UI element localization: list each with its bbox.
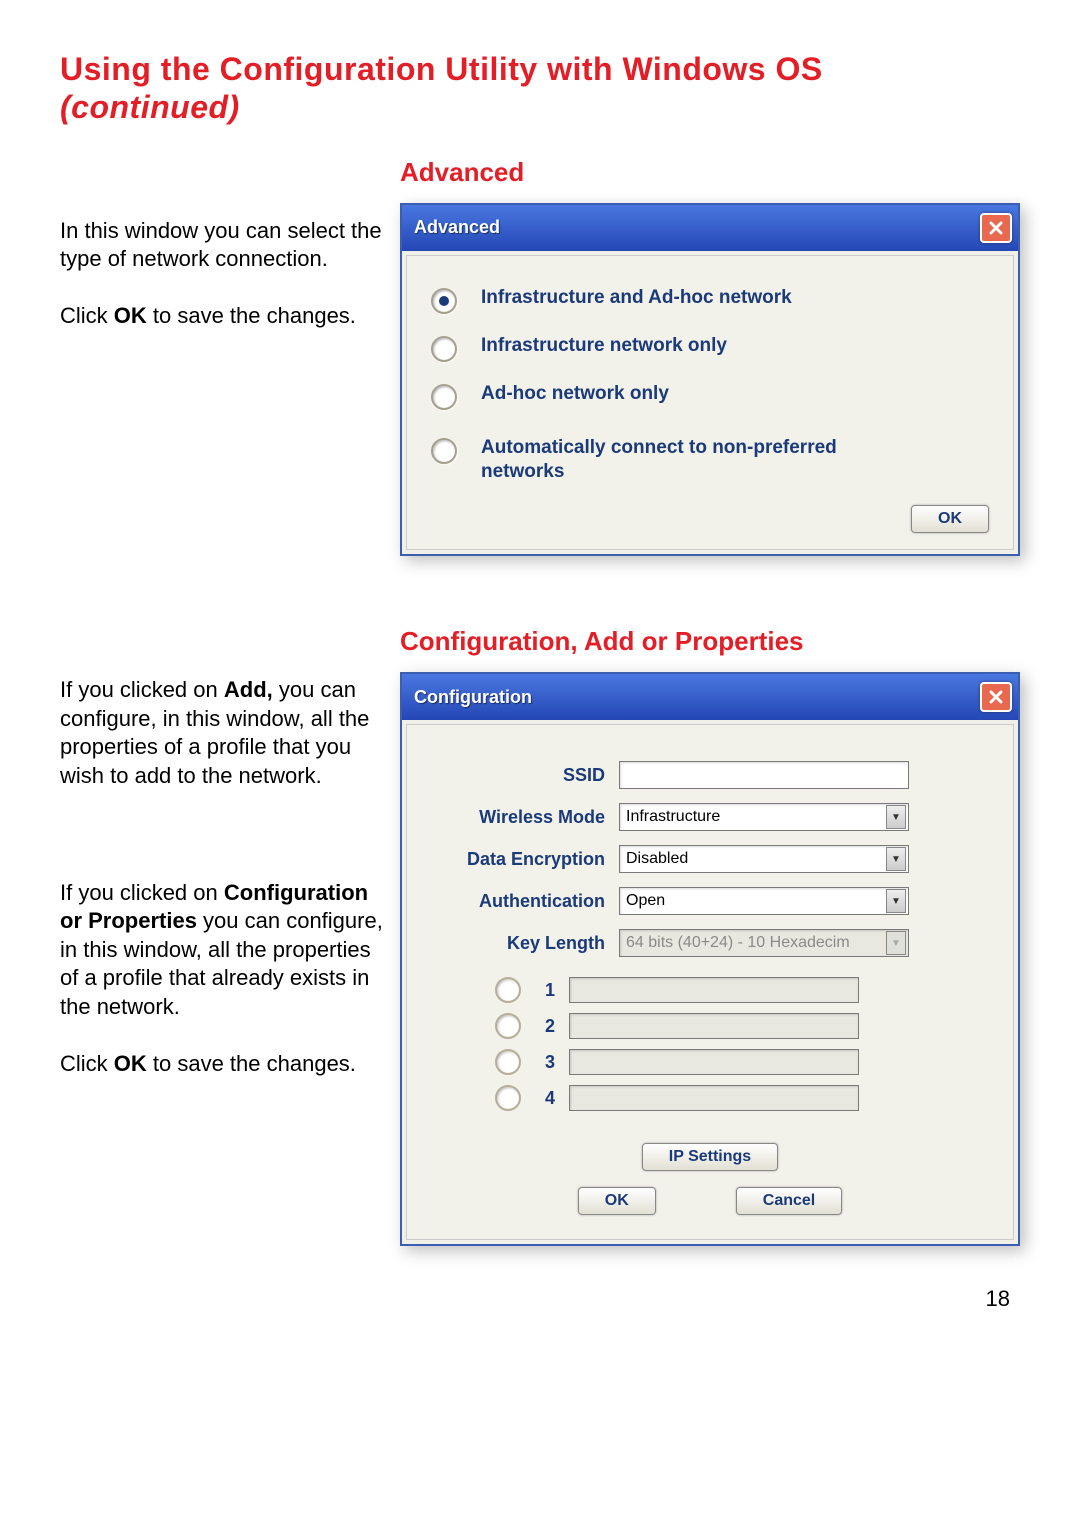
radio-icon [431, 384, 457, 410]
key-row-3[interactable]: 3 [495, 1049, 985, 1075]
advanced-intro-2: Click OK to save the changes. [60, 302, 390, 331]
page-title-line1: Using the Configuration Utility with Win… [60, 51, 823, 87]
configuration-dialog: Configuration SSID Wireless Mode [400, 672, 1020, 1246]
key-number-3: 3 [535, 1052, 555, 1073]
wireless-mode-value: Infrastructure [626, 808, 720, 826]
advanced-dialog: Advanced Infrastructure and Ad-hoc netwo… [400, 203, 1020, 556]
data-encryption-label: Data Encryption [435, 849, 619, 870]
key-row-1[interactable]: 1 [495, 977, 985, 1003]
radio-label-3: Ad-hoc network only [481, 382, 669, 407]
ok-button[interactable]: OK [578, 1187, 656, 1215]
chevron-down-icon: ▼ [886, 847, 906, 871]
authentication-select[interactable]: Open ▼ [619, 887, 909, 915]
radio-option-2[interactable]: Infrastructure network only [431, 334, 989, 362]
radio-icon [495, 977, 521, 1003]
chevron-down-icon: ▼ [886, 889, 906, 913]
chevron-down-icon: ▼ [886, 805, 906, 829]
page-title: Using the Configuration Utility with Win… [60, 50, 1020, 127]
ok-button[interactable]: OK [911, 505, 989, 533]
radio-option-1[interactable]: Infrastructure and Ad-hoc network [431, 286, 989, 314]
config-para-1: If you clicked on Add, you can configure… [60, 676, 390, 790]
advanced-intro-1: In this window you can select the type o… [60, 217, 390, 274]
key-input-2 [569, 1013, 859, 1039]
advanced-dialog-title: Advanced [414, 217, 500, 238]
radio-label-2: Infrastructure network only [481, 334, 727, 359]
chevron-down-icon: ▼ [886, 931, 906, 955]
ssid-input[interactable] [619, 761, 909, 789]
key-length-value: 64 bits (40+24) - 10 Hexadecim [626, 934, 850, 952]
radio-icon [431, 336, 457, 362]
radio-icon [431, 438, 457, 464]
close-button[interactable] [980, 682, 1012, 712]
key-length-select: 64 bits (40+24) - 10 Hexadecim ▼ [619, 929, 909, 957]
cancel-button[interactable]: Cancel [736, 1187, 842, 1215]
key-input-3 [569, 1049, 859, 1075]
ip-settings-button[interactable]: IP Settings [642, 1143, 778, 1171]
data-encryption-value: Disabled [626, 850, 688, 868]
close-icon [989, 221, 1003, 235]
page-number: 18 [60, 1286, 1020, 1312]
key-row-4[interactable]: 4 [495, 1085, 985, 1111]
page-title-continued: (continued) [60, 89, 240, 125]
config-para-2: If you clicked on Configuration or Prope… [60, 879, 390, 1022]
radio-option-3[interactable]: Ad-hoc network only [431, 382, 989, 410]
radio-option-auto[interactable]: Automatically connect to non-preferred n… [431, 436, 989, 485]
advanced-titlebar: Advanced [402, 205, 1018, 251]
advanced-heading: Advanced [400, 157, 1020, 188]
key-input-4 [569, 1085, 859, 1111]
key-number-2: 2 [535, 1016, 555, 1037]
key-number-1: 1 [535, 980, 555, 1001]
radio-label-auto: Automatically connect to non-preferred n… [481, 436, 901, 485]
ssid-label: SSID [435, 765, 619, 786]
radio-icon [495, 1085, 521, 1111]
config-heading: Configuration, Add or Properties [400, 626, 1020, 657]
data-encryption-select[interactable]: Disabled ▼ [619, 845, 909, 873]
close-button[interactable] [980, 213, 1012, 243]
key-input-1 [569, 977, 859, 1003]
config-dialog-title: Configuration [414, 687, 532, 708]
wireless-mode-label: Wireless Mode [435, 807, 619, 828]
radio-icon [431, 288, 457, 314]
authentication-value: Open [626, 892, 665, 910]
radio-label-1: Infrastructure and Ad-hoc network [481, 286, 792, 311]
key-number-4: 4 [535, 1088, 555, 1109]
authentication-label: Authentication [435, 891, 619, 912]
wireless-mode-select[interactable]: Infrastructure ▼ [619, 803, 909, 831]
key-length-label: Key Length [435, 933, 619, 954]
close-icon [989, 690, 1003, 704]
radio-icon [495, 1049, 521, 1075]
config-titlebar: Configuration [402, 674, 1018, 720]
radio-icon [495, 1013, 521, 1039]
key-row-2[interactable]: 2 [495, 1013, 985, 1039]
config-para-3: Click OK to save the changes. [60, 1050, 390, 1079]
